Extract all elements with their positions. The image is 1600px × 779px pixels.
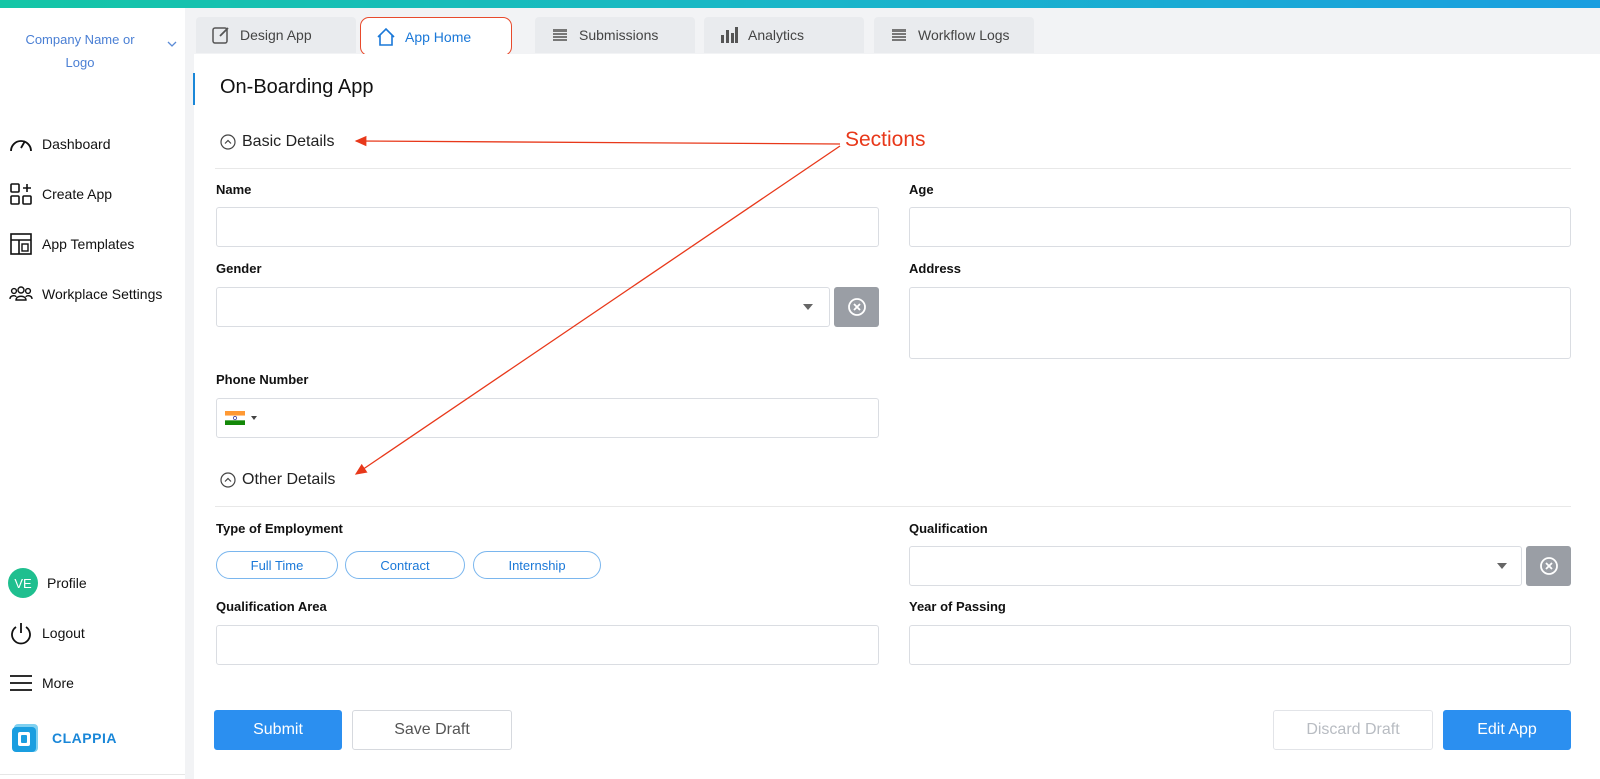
gender-select[interactable] [216, 287, 830, 327]
tab-submissions[interactable]: Submissions [535, 17, 695, 53]
brand-logo: CLAPPIA [10, 722, 117, 754]
sidebar-item-workplace-settings[interactable]: Workplace Settings [8, 279, 162, 309]
sidebar-item-more[interactable]: More [8, 668, 74, 698]
year-of-passing-label: Year of Passing [909, 599, 1006, 614]
phone-input[interactable] [216, 398, 879, 438]
users-group-icon [8, 281, 34, 307]
sidebar-item-label: App Templates [42, 236, 135, 252]
tab-workflow-logs[interactable]: Workflow Logs [874, 17, 1034, 53]
section-other-details[interactable]: Other Details [220, 471, 335, 489]
sidebar-item-label: Workplace Settings [42, 286, 163, 302]
sidebar-item-label: Profile [47, 575, 87, 591]
page-title: On-Boarding App [220, 76, 374, 98]
discard-draft-button[interactable]: Discard Draft [1273, 710, 1433, 750]
layout-template-icon [8, 231, 34, 257]
table-icon [888, 24, 910, 46]
caret-down-icon [803, 304, 813, 310]
sidebar-item-app-templates[interactable]: App Templates [8, 229, 134, 259]
qualification-area-label: Qualification Area [216, 599, 327, 614]
sidebar-item-profile[interactable]: VE Profile [8, 568, 87, 598]
phone-label: Phone Number [216, 372, 309, 387]
hamburger-menu-icon [8, 670, 34, 696]
sidebar: Company Name or Logo Dashboard Create Ap… [0, 8, 185, 779]
sidebar-item-label: Logout [42, 625, 85, 641]
power-icon [8, 620, 34, 646]
bar-chart-icon [718, 24, 740, 46]
year-of-passing-input[interactable] [909, 625, 1571, 665]
collapse-circle-icon[interactable] [220, 134, 236, 150]
tab-label: Workflow Logs [918, 27, 1010, 43]
caret-down-icon [1497, 563, 1507, 569]
divider [215, 506, 1571, 507]
employment-option-contract[interactable]: Contract [345, 551, 465, 579]
sections-annotation-label: Sections [845, 128, 926, 151]
tab-design-app[interactable]: Design App [196, 17, 356, 53]
company-logo-placeholder[interactable]: Company Name or Logo [10, 28, 150, 74]
gender-clear-button[interactable] [834, 287, 879, 327]
section-title: Other Details [242, 471, 336, 488]
submit-button[interactable]: Submit [214, 710, 342, 750]
employment-option-full-time[interactable]: Full Time [216, 551, 338, 579]
top-gradient-bar [0, 0, 1600, 8]
chevron-down-icon[interactable] [166, 38, 178, 50]
address-label: Address [909, 261, 962, 276]
age-input[interactable] [909, 207, 1571, 247]
clappia-logo-icon [12, 724, 38, 752]
clear-circle-icon [1539, 557, 1558, 575]
section-title: Basic Details [242, 133, 335, 150]
sidebar-item-label: Create App [42, 186, 113, 202]
table-icon [549, 24, 571, 46]
tab-analytics[interactable]: Analytics [704, 17, 864, 53]
sidebar-item-logout[interactable]: Logout [8, 618, 85, 648]
sidebar-item-dashboard[interactable]: Dashboard [8, 129, 111, 159]
tab-label: Design App [240, 27, 312, 43]
qualification-label: Qualification [909, 521, 988, 536]
address-textarea[interactable] [909, 287, 1571, 359]
speedometer-icon [8, 131, 34, 157]
age-label: Age [909, 182, 934, 197]
grid-plus-icon [8, 181, 34, 207]
gender-label: Gender [216, 261, 262, 276]
india-flag-icon[interactable] [225, 411, 245, 425]
employment-label: Type of Employment [216, 521, 343, 536]
divider [0, 774, 185, 775]
clear-circle-icon [847, 298, 866, 316]
qualification-select[interactable] [909, 546, 1522, 586]
tab-label: Analytics [748, 27, 805, 43]
country-caret-icon[interactable] [251, 416, 257, 420]
name-input[interactable] [216, 207, 879, 247]
sidebar-item-label: More [42, 675, 74, 691]
avatar: VE [8, 568, 38, 598]
name-label: Name [216, 182, 252, 197]
employment-option-internship[interactable]: Internship [473, 551, 601, 579]
title-accent-bar [193, 73, 195, 105]
edit-app-button[interactable]: Edit App [1443, 710, 1571, 750]
brand-name: CLAPPIA [52, 730, 117, 746]
tab-label: Submissions [579, 27, 659, 43]
home-icon [375, 26, 397, 48]
tab-app-home[interactable]: App Home [360, 17, 512, 56]
sidebar-item-create-app[interactable]: Create App [8, 179, 112, 209]
tab-label: App Home [405, 28, 472, 45]
qualification-clear-button[interactable] [1526, 546, 1571, 586]
divider [215, 168, 1571, 169]
section-basic-details[interactable]: Basic Details [220, 133, 334, 151]
save-draft-button[interactable]: Save Draft [352, 710, 512, 750]
collapse-circle-icon[interactable] [220, 472, 236, 488]
qualification-area-input[interactable] [216, 625, 879, 665]
sidebar-item-label: Dashboard [42, 136, 111, 152]
edit-icon [210, 24, 232, 46]
